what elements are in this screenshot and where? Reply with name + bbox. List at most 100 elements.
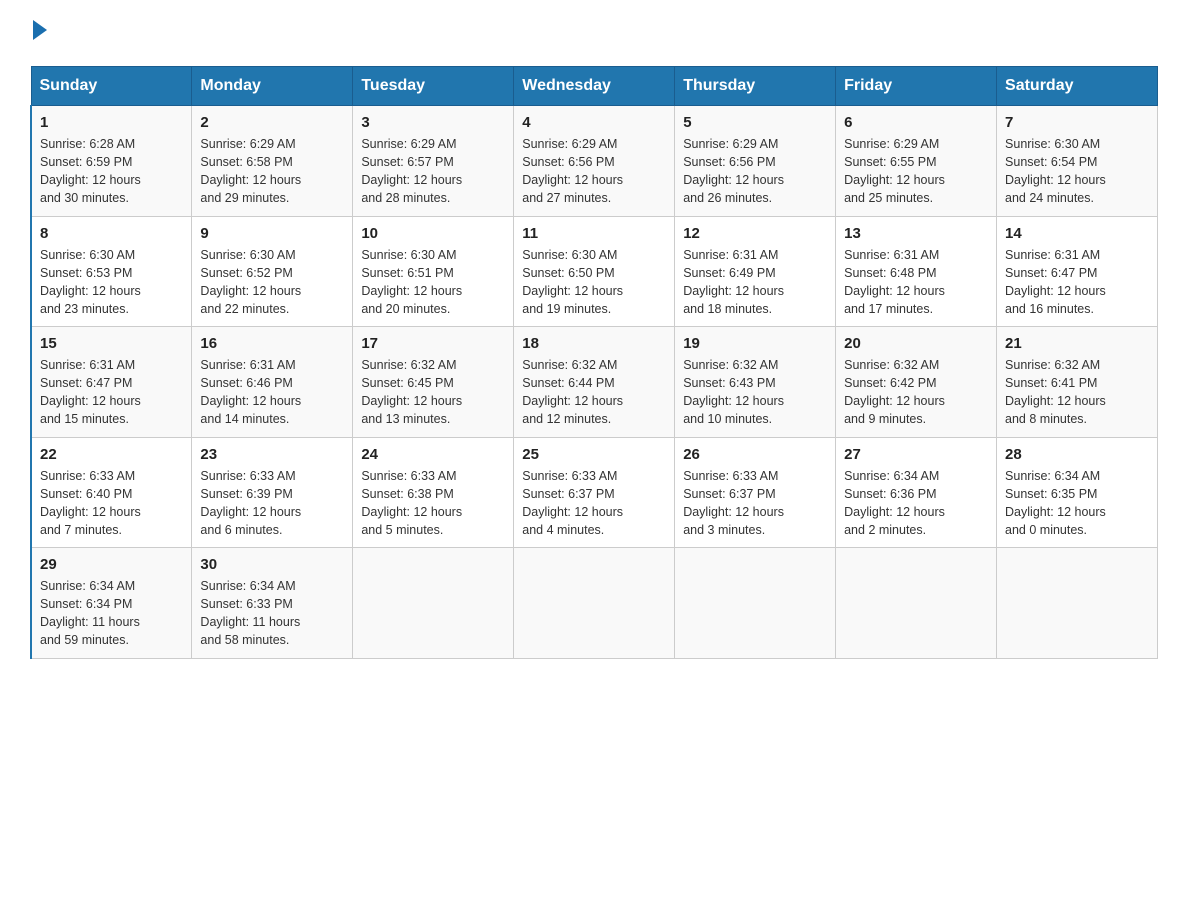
day-number: 9 (200, 225, 344, 242)
day-header-tuesday: Tuesday (353, 67, 514, 106)
calendar-table: SundayMondayTuesdayWednesdayThursdayFrid… (30, 66, 1158, 659)
calendar-cell (514, 548, 675, 659)
day-info: Sunrise: 6:32 AMSunset: 6:45 PMDaylight:… (361, 356, 505, 429)
day-info: Sunrise: 6:29 AMSunset: 6:57 PMDaylight:… (361, 135, 505, 208)
calendar-cell: 5 Sunrise: 6:29 AMSunset: 6:56 PMDayligh… (675, 106, 836, 217)
day-info: Sunrise: 6:31 AMSunset: 6:47 PMDaylight:… (40, 356, 183, 429)
calendar-cell: 1 Sunrise: 6:28 AMSunset: 6:59 PMDayligh… (31, 106, 192, 217)
day-number: 12 (683, 225, 827, 242)
calendar-cell: 14 Sunrise: 6:31 AMSunset: 6:47 PMDaylig… (997, 216, 1158, 327)
day-info: Sunrise: 6:34 AMSunset: 6:33 PMDaylight:… (200, 577, 344, 650)
calendar-cell (675, 548, 836, 659)
calendar-cell: 28 Sunrise: 6:34 AMSunset: 6:35 PMDaylig… (997, 437, 1158, 548)
calendar-cell: 7 Sunrise: 6:30 AMSunset: 6:54 PMDayligh… (997, 106, 1158, 217)
day-number: 16 (200, 335, 344, 352)
day-info: Sunrise: 6:32 AMSunset: 6:42 PMDaylight:… (844, 356, 988, 429)
day-info: Sunrise: 6:34 AMSunset: 6:36 PMDaylight:… (844, 467, 988, 540)
calendar-cell: 10 Sunrise: 6:30 AMSunset: 6:51 PMDaylig… (353, 216, 514, 327)
calendar-cell: 9 Sunrise: 6:30 AMSunset: 6:52 PMDayligh… (192, 216, 353, 327)
calendar-cell: 15 Sunrise: 6:31 AMSunset: 6:47 PMDaylig… (31, 327, 192, 438)
day-header-saturday: Saturday (997, 67, 1158, 106)
day-info: Sunrise: 6:30 AMSunset: 6:52 PMDaylight:… (200, 246, 344, 319)
day-number: 15 (40, 335, 183, 352)
day-number: 14 (1005, 225, 1149, 242)
day-info: Sunrise: 6:30 AMSunset: 6:53 PMDaylight:… (40, 246, 183, 319)
day-number: 5 (683, 114, 827, 131)
day-number: 30 (200, 556, 344, 573)
calendar-cell: 22 Sunrise: 6:33 AMSunset: 6:40 PMDaylig… (31, 437, 192, 548)
calendar-cell: 23 Sunrise: 6:33 AMSunset: 6:39 PMDaylig… (192, 437, 353, 548)
day-number: 19 (683, 335, 827, 352)
calendar-cell: 6 Sunrise: 6:29 AMSunset: 6:55 PMDayligh… (836, 106, 997, 217)
calendar-cell: 4 Sunrise: 6:29 AMSunset: 6:56 PMDayligh… (514, 106, 675, 217)
day-info: Sunrise: 6:30 AMSunset: 6:54 PMDaylight:… (1005, 135, 1149, 208)
day-number: 29 (40, 556, 183, 573)
day-info: Sunrise: 6:32 AMSunset: 6:43 PMDaylight:… (683, 356, 827, 429)
calendar-cell: 12 Sunrise: 6:31 AMSunset: 6:49 PMDaylig… (675, 216, 836, 327)
day-info: Sunrise: 6:31 AMSunset: 6:49 PMDaylight:… (683, 246, 827, 319)
day-info: Sunrise: 6:30 AMSunset: 6:51 PMDaylight:… (361, 246, 505, 319)
calendar-week-row: 15 Sunrise: 6:31 AMSunset: 6:47 PMDaylig… (31, 327, 1158, 438)
calendar-header-row: SundayMondayTuesdayWednesdayThursdayFrid… (31, 67, 1158, 106)
day-number: 7 (1005, 114, 1149, 131)
day-number: 13 (844, 225, 988, 242)
calendar-cell (353, 548, 514, 659)
day-info: Sunrise: 6:33 AMSunset: 6:40 PMDaylight:… (40, 467, 183, 540)
calendar-week-row: 22 Sunrise: 6:33 AMSunset: 6:40 PMDaylig… (31, 437, 1158, 548)
day-number: 27 (844, 446, 988, 463)
day-header-wednesday: Wednesday (514, 67, 675, 106)
calendar-cell: 18 Sunrise: 6:32 AMSunset: 6:44 PMDaylig… (514, 327, 675, 438)
day-info: Sunrise: 6:30 AMSunset: 6:50 PMDaylight:… (522, 246, 666, 319)
day-number: 21 (1005, 335, 1149, 352)
day-number: 2 (200, 114, 344, 131)
day-number: 26 (683, 446, 827, 463)
day-number: 17 (361, 335, 505, 352)
day-info: Sunrise: 6:34 AMSunset: 6:34 PMDaylight:… (40, 577, 183, 650)
day-header-monday: Monday (192, 67, 353, 106)
day-number: 1 (40, 114, 183, 131)
calendar-cell: 8 Sunrise: 6:30 AMSunset: 6:53 PMDayligh… (31, 216, 192, 327)
day-number: 25 (522, 446, 666, 463)
day-info: Sunrise: 6:32 AMSunset: 6:41 PMDaylight:… (1005, 356, 1149, 429)
day-info: Sunrise: 6:33 AMSunset: 6:39 PMDaylight:… (200, 467, 344, 540)
calendar-cell: 25 Sunrise: 6:33 AMSunset: 6:37 PMDaylig… (514, 437, 675, 548)
calendar-cell: 2 Sunrise: 6:29 AMSunset: 6:58 PMDayligh… (192, 106, 353, 217)
logo (30, 20, 47, 50)
page-header (30, 20, 1158, 50)
day-info: Sunrise: 6:32 AMSunset: 6:44 PMDaylight:… (522, 356, 666, 429)
day-header-sunday: Sunday (31, 67, 192, 106)
calendar-cell: 17 Sunrise: 6:32 AMSunset: 6:45 PMDaylig… (353, 327, 514, 438)
calendar-week-row: 8 Sunrise: 6:30 AMSunset: 6:53 PMDayligh… (31, 216, 1158, 327)
day-number: 23 (200, 446, 344, 463)
day-info: Sunrise: 6:33 AMSunset: 6:37 PMDaylight:… (522, 467, 666, 540)
calendar-cell: 20 Sunrise: 6:32 AMSunset: 6:42 PMDaylig… (836, 327, 997, 438)
calendar-cell: 21 Sunrise: 6:32 AMSunset: 6:41 PMDaylig… (997, 327, 1158, 438)
day-info: Sunrise: 6:29 AMSunset: 6:58 PMDaylight:… (200, 135, 344, 208)
day-info: Sunrise: 6:29 AMSunset: 6:56 PMDaylight:… (522, 135, 666, 208)
calendar-cell: 24 Sunrise: 6:33 AMSunset: 6:38 PMDaylig… (353, 437, 514, 548)
day-info: Sunrise: 6:33 AMSunset: 6:38 PMDaylight:… (361, 467, 505, 540)
calendar-cell: 13 Sunrise: 6:31 AMSunset: 6:48 PMDaylig… (836, 216, 997, 327)
day-header-thursday: Thursday (675, 67, 836, 106)
logo-triangle-icon (33, 20, 47, 40)
day-number: 8 (40, 225, 183, 242)
day-info: Sunrise: 6:31 AMSunset: 6:47 PMDaylight:… (1005, 246, 1149, 319)
calendar-cell (836, 548, 997, 659)
calendar-cell (997, 548, 1158, 659)
day-info: Sunrise: 6:28 AMSunset: 6:59 PMDaylight:… (40, 135, 183, 208)
day-number: 3 (361, 114, 505, 131)
day-number: 22 (40, 446, 183, 463)
day-info: Sunrise: 6:29 AMSunset: 6:55 PMDaylight:… (844, 135, 988, 208)
day-number: 4 (522, 114, 666, 131)
calendar-cell: 11 Sunrise: 6:30 AMSunset: 6:50 PMDaylig… (514, 216, 675, 327)
calendar-cell: 29 Sunrise: 6:34 AMSunset: 6:34 PMDaylig… (31, 548, 192, 659)
calendar-cell: 30 Sunrise: 6:34 AMSunset: 6:33 PMDaylig… (192, 548, 353, 659)
day-header-friday: Friday (836, 67, 997, 106)
calendar-cell: 3 Sunrise: 6:29 AMSunset: 6:57 PMDayligh… (353, 106, 514, 217)
day-number: 10 (361, 225, 505, 242)
day-info: Sunrise: 6:34 AMSunset: 6:35 PMDaylight:… (1005, 467, 1149, 540)
day-number: 18 (522, 335, 666, 352)
day-info: Sunrise: 6:31 AMSunset: 6:48 PMDaylight:… (844, 246, 988, 319)
calendar-week-row: 29 Sunrise: 6:34 AMSunset: 6:34 PMDaylig… (31, 548, 1158, 659)
calendar-cell: 26 Sunrise: 6:33 AMSunset: 6:37 PMDaylig… (675, 437, 836, 548)
